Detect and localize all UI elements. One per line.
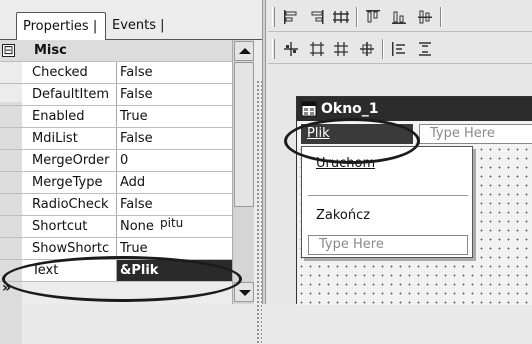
align-left-icon[interactable] <box>282 8 300 26</box>
menu-item-plik[interactable]: Plik <box>301 124 413 144</box>
form-title-bar[interactable]: Okno_1 <box>297 97 532 121</box>
scroll-down-arrow-icon[interactable] <box>234 282 254 302</box>
property-name: Shortcut <box>22 216 117 237</box>
form-icon <box>301 101 317 117</box>
menu-item-uruchom[interactable]: Uruchom <box>304 151 470 177</box>
menu-item-plik-label: Plik <box>307 126 330 141</box>
vertical-spacing-icon[interactable] <box>390 40 408 58</box>
menu-item-zakoncz[interactable]: Zakończ <box>304 203 470 229</box>
panel-splitter[interactable] <box>262 0 266 304</box>
space-remove-icon[interactable] <box>358 40 376 58</box>
property-value[interactable]: True <box>117 238 232 259</box>
form-title: Okno_1 <box>321 101 379 117</box>
property-row-showshortcut[interactable]: ShowShortc True <box>0 238 232 260</box>
property-name: Checked <box>22 62 117 83</box>
row-arrow-icon: » <box>2 280 12 296</box>
property-name: MergeType <box>22 172 117 193</box>
form-menubar: Plik Type Here <box>297 123 532 145</box>
form-label-partial[interactable]: pitu <box>160 216 183 230</box>
plik-dropdown-menu: Uruchom Zakończ Type Here <box>301 146 473 258</box>
space-decrease-icon[interactable] <box>332 40 350 58</box>
toolbar-grip[interactable] <box>272 7 275 27</box>
toolbar-separator <box>440 7 442 27</box>
menu-type-here-field[interactable]: Type Here <box>419 124 532 144</box>
menu-item-uruchom-label: Uruchom <box>316 156 376 171</box>
menu-separator <box>308 195 468 196</box>
align-middle-icon[interactable] <box>416 8 434 26</box>
property-name: MdiList <box>22 128 117 149</box>
scroll-thumb[interactable] <box>234 62 254 207</box>
dropdown-type-here-field[interactable]: Type Here <box>308 235 468 255</box>
property-value[interactable]: True <box>117 106 232 127</box>
property-row-mergetype[interactable]: MergeType Add <box>0 172 232 194</box>
property-name: Enabled <box>22 106 117 127</box>
property-name: Text <box>22 260 117 281</box>
align-right-icon[interactable] <box>308 8 326 26</box>
property-row-mergeorder[interactable]: MergeOrder 0 <box>0 150 232 172</box>
layout-toolbar-top <box>268 2 532 32</box>
property-value[interactable]: False <box>117 194 232 215</box>
space-increase-icon[interactable] <box>308 40 326 58</box>
properties-tabs: Properties | Events | <box>0 12 262 40</box>
property-row-enabled[interactable]: Enabled True <box>0 106 232 128</box>
property-value[interactable]: Add <box>117 172 232 193</box>
scroll-up-arrow-icon[interactable] <box>234 41 254 61</box>
property-value[interactable]: 0 <box>117 150 232 171</box>
vertical-spacing-increase-icon[interactable] <box>416 40 434 58</box>
property-row-text[interactable]: Text &Plik <box>0 260 232 282</box>
property-value[interactable]: False <box>117 62 232 83</box>
property-row-shortcut[interactable]: Shortcut None <box>0 216 232 238</box>
align-grid-icon[interactable] <box>332 8 350 26</box>
space-horizontal-icon[interactable] <box>282 40 300 58</box>
property-name: ShowShortc <box>22 238 117 259</box>
property-row-radiocheck[interactable]: RadioCheck False <box>0 194 232 216</box>
property-name: MergeOrder <box>22 150 117 171</box>
align-bottom-icon[interactable] <box>390 8 408 26</box>
layout-toolbar-bottom <box>268 34 532 64</box>
toolbar-separator <box>356 7 358 27</box>
category-label: Misc <box>34 43 67 58</box>
property-row-mdilist[interactable]: MdiList False <box>0 128 232 150</box>
toolbar-separator <box>382 39 384 59</box>
tab-properties[interactable]: Properties | <box>16 12 106 40</box>
property-value[interactable]: False <box>117 128 232 149</box>
property-grid-scrollbar[interactable] <box>232 40 254 304</box>
align-top-icon[interactable] <box>364 8 382 26</box>
property-name: DefaultItem <box>22 84 117 105</box>
properties-panel: Properties | Events | ⊟ Misc Checked Fal… <box>0 0 262 344</box>
property-name: RadioCheck <box>22 194 117 215</box>
menu-item-zakoncz-label: Zakończ <box>316 208 371 223</box>
property-row-checked[interactable]: Checked False <box>0 62 232 84</box>
toolbar-grip[interactable] <box>272 39 275 59</box>
property-value-selected[interactable]: &Plik <box>117 260 232 281</box>
property-value[interactable]: False <box>117 84 232 105</box>
property-row-defaultitem[interactable]: DefaultItem False <box>0 84 232 106</box>
collapse-icon[interactable]: ⊟ <box>2 44 15 57</box>
tab-events[interactable]: Events | <box>106 12 186 40</box>
property-grid: ⊟ Misc Checked False DefaultItem False E… <box>0 40 262 344</box>
category-misc[interactable]: ⊟ Misc <box>0 40 232 62</box>
